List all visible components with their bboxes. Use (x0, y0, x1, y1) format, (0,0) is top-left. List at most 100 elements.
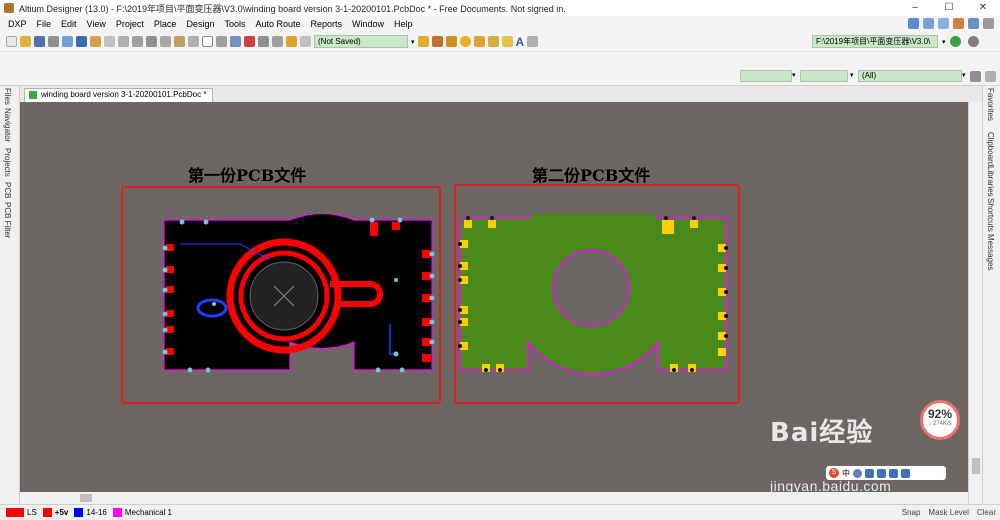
save-icon[interactable] (34, 36, 45, 47)
menu-project[interactable]: Project (111, 19, 149, 29)
cut-icon[interactable] (146, 36, 157, 47)
polygon-icon[interactable] (501, 36, 513, 47)
menu-file[interactable]: File (32, 19, 57, 29)
open-icon[interactable] (20, 36, 31, 47)
chart-icon[interactable] (908, 18, 919, 29)
voice-icon[interactable] (865, 468, 874, 478)
highlight-icon[interactable] (286, 36, 297, 47)
menu-window[interactable]: Window (347, 19, 389, 29)
panel-tab-clipboard[interactable]: Clipboard (986, 132, 995, 166)
new-icon[interactable] (6, 36, 17, 47)
arc-icon[interactable] (473, 36, 485, 47)
clear-filter-2-icon[interactable] (985, 71, 996, 82)
panel-tab-favorites[interactable]: Favorites (986, 88, 995, 121)
menu-view[interactable]: View (82, 19, 111, 29)
print-icon[interactable] (48, 36, 59, 47)
menu-reports[interactable]: Reports (306, 19, 348, 29)
align-icon[interactable] (938, 18, 949, 29)
filter-combo[interactable]: (All) (858, 70, 962, 82)
grid-icon[interactable] (953, 18, 964, 29)
menu-design[interactable]: Design (181, 19, 219, 29)
keyboard-icon[interactable] (877, 468, 886, 478)
forward-icon[interactable] (950, 36, 961, 47)
zoom-selected-icon[interactable] (132, 36, 143, 47)
panel-tab-files[interactable]: Files (3, 88, 12, 105)
zoom-area-icon[interactable] (118, 36, 129, 47)
component-icon[interactable] (527, 36, 539, 47)
folder-icon[interactable] (90, 36, 101, 47)
close-button[interactable]: ✕ (966, 0, 1000, 16)
maximize-button[interactable]: ☐ (932, 0, 966, 16)
print-preview-icon[interactable] (62, 36, 73, 47)
hole (692, 216, 696, 220)
pcb-board-first[interactable] (160, 214, 436, 374)
toolbox-icon[interactable] (901, 468, 910, 478)
filter-icon[interactable] (983, 18, 994, 29)
zoom-fit-icon[interactable] (104, 36, 115, 47)
panel-tab-pcb-filter[interactable]: PCB Filter (3, 202, 12, 238)
skin-icon[interactable] (889, 468, 898, 478)
snap-button[interactable]: Snap (902, 508, 921, 517)
panel-tab-shortcuts[interactable]: Shortcuts (986, 198, 995, 232)
interactive-route-icon[interactable] (431, 36, 443, 47)
device-icon[interactable] (76, 36, 87, 47)
document-tab[interactable]: winding board version 3-1-20200101.PcbDo… (24, 88, 214, 102)
vertical-scrollbar[interactable] (968, 102, 982, 504)
save-state-combo[interactable]: (Not Saved) (314, 35, 408, 48)
select-area-icon[interactable] (202, 36, 213, 47)
pcb-board-second[interactable] (452, 214, 732, 376)
layer-tab-14-16[interactable]: 14-16 (74, 508, 107, 517)
network-speed-badge[interactable]: 92% ↓ 274K/s (920, 400, 960, 440)
menu-help[interactable]: Help (389, 19, 418, 29)
rubber-stamp-icon[interactable] (188, 36, 199, 47)
clear-button[interactable]: Clear (977, 508, 996, 517)
via (162, 349, 168, 355)
undo-icon[interactable] (258, 36, 269, 47)
inspect-icon[interactable] (300, 36, 311, 47)
layer-tab-5v[interactable]: +5v (42, 508, 68, 517)
route-icon[interactable] (417, 36, 429, 47)
text-icon[interactable]: A (516, 35, 525, 49)
emoji-icon[interactable] (853, 468, 862, 478)
horizontal-scroll-thumb[interactable] (80, 494, 92, 502)
layer-tab-ls[interactable]: LS (6, 508, 37, 517)
menu-dxp[interactable]: DXP (0, 19, 32, 29)
move-icon[interactable] (216, 36, 227, 47)
copy-icon[interactable] (160, 36, 171, 47)
fill-icon[interactable] (487, 36, 499, 47)
menu-place[interactable]: Place (149, 19, 182, 29)
path-dropdown-icon[interactable]: ▾ (942, 38, 946, 46)
panel-tab-libraries[interactable]: Libraries (986, 166, 995, 197)
menu-edit[interactable]: Edit (56, 19, 82, 29)
layout-icon[interactable] (923, 18, 934, 29)
redo-icon[interactable] (272, 36, 283, 47)
minimize-button[interactable]: – (898, 0, 932, 16)
filter-field-2[interactable] (800, 70, 848, 82)
filter-field-1[interactable] (740, 70, 792, 82)
pad-icon[interactable] (459, 36, 471, 47)
filter-field-1-dropdown-icon[interactable]: ▾ (792, 71, 796, 79)
menu-auto-route[interactable]: Auto Route (250, 19, 305, 29)
navigate-icon[interactable] (968, 36, 979, 47)
via-icon[interactable] (445, 36, 457, 47)
deselect-icon[interactable] (230, 36, 241, 47)
menu-tools[interactable]: Tools (219, 19, 250, 29)
filter-field-2-dropdown-icon[interactable]: ▾ (850, 71, 854, 79)
chevron-down-icon[interactable]: ▾ (411, 38, 415, 46)
panel-tab-navigator[interactable]: Navigator (3, 108, 12, 142)
vertical-scroll-thumb[interactable] (972, 458, 980, 474)
layer-tab-mechanical-1[interactable]: Mechanical 1 (112, 508, 172, 517)
paste-icon[interactable] (174, 36, 185, 47)
mask-level-button[interactable]: Mask Level (928, 508, 968, 517)
ime-mode-label[interactable]: 中 (842, 468, 850, 479)
filter-dropdown-icon[interactable]: ▾ (962, 71, 966, 79)
title-bar: Altium Designer (13.0) - F:\2019年项目\平面变压… (0, 0, 1000, 16)
project-path-combo[interactable]: F:\2019年项目\平面变压器\V3.0\ (812, 35, 938, 48)
apply-filter-icon[interactable] (970, 71, 981, 82)
panel-tab-messages[interactable]: Messages (986, 234, 995, 270)
panel-tab-projects[interactable]: Projects (3, 148, 12, 177)
panel-tab-pcb[interactable]: PCB (3, 182, 12, 198)
clear-filter-icon[interactable] (244, 36, 255, 47)
pad (370, 222, 378, 236)
ruler-icon[interactable] (968, 18, 979, 29)
